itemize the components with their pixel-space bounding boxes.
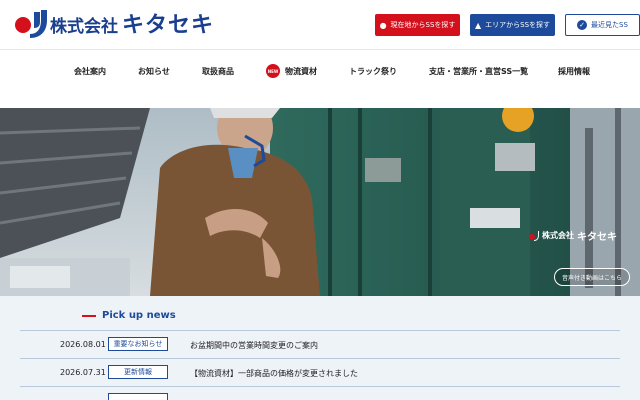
news-heading: Pick up news (82, 310, 176, 321)
current-location-search-button[interactable]: ● 現在地からSSを探す (375, 14, 460, 36)
global-nav: 会社案内 お知らせ 取扱商品 NEW 物流資材 トラック祭り 支店・営業所・直営… (0, 58, 640, 86)
audio-video-button[interactable]: 音声付き動画はこちら (554, 268, 630, 286)
current-location-search-label: 現在地からSSを探す (390, 21, 456, 29)
new-badge: NEW (266, 64, 280, 78)
map-icon: ▲ (474, 20, 482, 30)
area-search-label: エリアからSSを探す (485, 21, 551, 29)
pin-icon: ● (379, 20, 387, 30)
check-icon: ✓ (577, 20, 588, 30)
header-divider (0, 49, 640, 50)
nav-item-products[interactable]: 取扱商品 (202, 66, 234, 77)
news-title[interactable]: 【物流資材】一部商品の価格が変更されました (190, 368, 358, 379)
news-title[interactable]: お盆期間中の営業時間変更のご案内 (190, 340, 318, 351)
site-header: 株式会社 キタセキ ● 現在地からSSを探す ▲ エリアからSSを探す ✓ 最近見… (0, 0, 640, 50)
hero-image (0, 108, 640, 296)
company-name: 株式会社 キタセキ (50, 13, 215, 38)
news-category-tag-partial (108, 393, 168, 400)
hero-logo-name: キタセキ (577, 232, 617, 243)
recently-viewed-button[interactable]: ✓ 最近見たSS (565, 14, 640, 36)
pickup-news-section: Pick up news 2026.08.01 重要なお知らせ お盆期間中の営業… (0, 296, 640, 400)
nav-item-recruit[interactable]: 採用情報 (558, 66, 590, 77)
news-category-tag: 更新情報 (108, 365, 168, 379)
company-logo[interactable]: 株式会社 キタセキ (14, 6, 214, 40)
news-date: 2026.07.31 (60, 368, 106, 377)
nav-item-news[interactable]: お知らせ (138, 66, 170, 77)
news-row[interactable]: 2026.07.31 更新情報 【物流資材】一部商品の価格が変更されました (20, 358, 620, 386)
news-row[interactable]: 2026.08.01 重要なお知らせ お盆期間中の営業時間変更のご案内 (20, 330, 620, 358)
area-search-button[interactable]: ▲ エリアからSSを探す (470, 14, 555, 36)
heading-accent-line (82, 314, 96, 317)
news-heading-title: Pick up news (102, 310, 176, 321)
hero-logo-mark-icon (529, 230, 539, 241)
nav-item-logistics[interactable]: 物流資材 (285, 66, 317, 77)
hero-logo-prefix: 株式会社 (542, 231, 574, 240)
nav-item-truck-festival[interactable]: トラック祭り (349, 66, 397, 77)
recently-viewed-label: 最近見たSS (591, 21, 628, 29)
nav-item-company[interactable]: 会社案内 (74, 66, 106, 77)
news-row-partial[interactable] (20, 386, 620, 400)
hero-company-logo: 株式会社 キタセキ (529, 228, 617, 243)
nav-item-branches[interactable]: 支店・営業所・直営SS一覧 (429, 66, 528, 77)
news-date: 2026.08.01 (60, 340, 106, 349)
hero-video[interactable]: 株式会社 キタセキ (0, 108, 640, 296)
news-category-tag: 重要なお知らせ (108, 337, 168, 351)
logo-mark-icon (14, 8, 48, 38)
